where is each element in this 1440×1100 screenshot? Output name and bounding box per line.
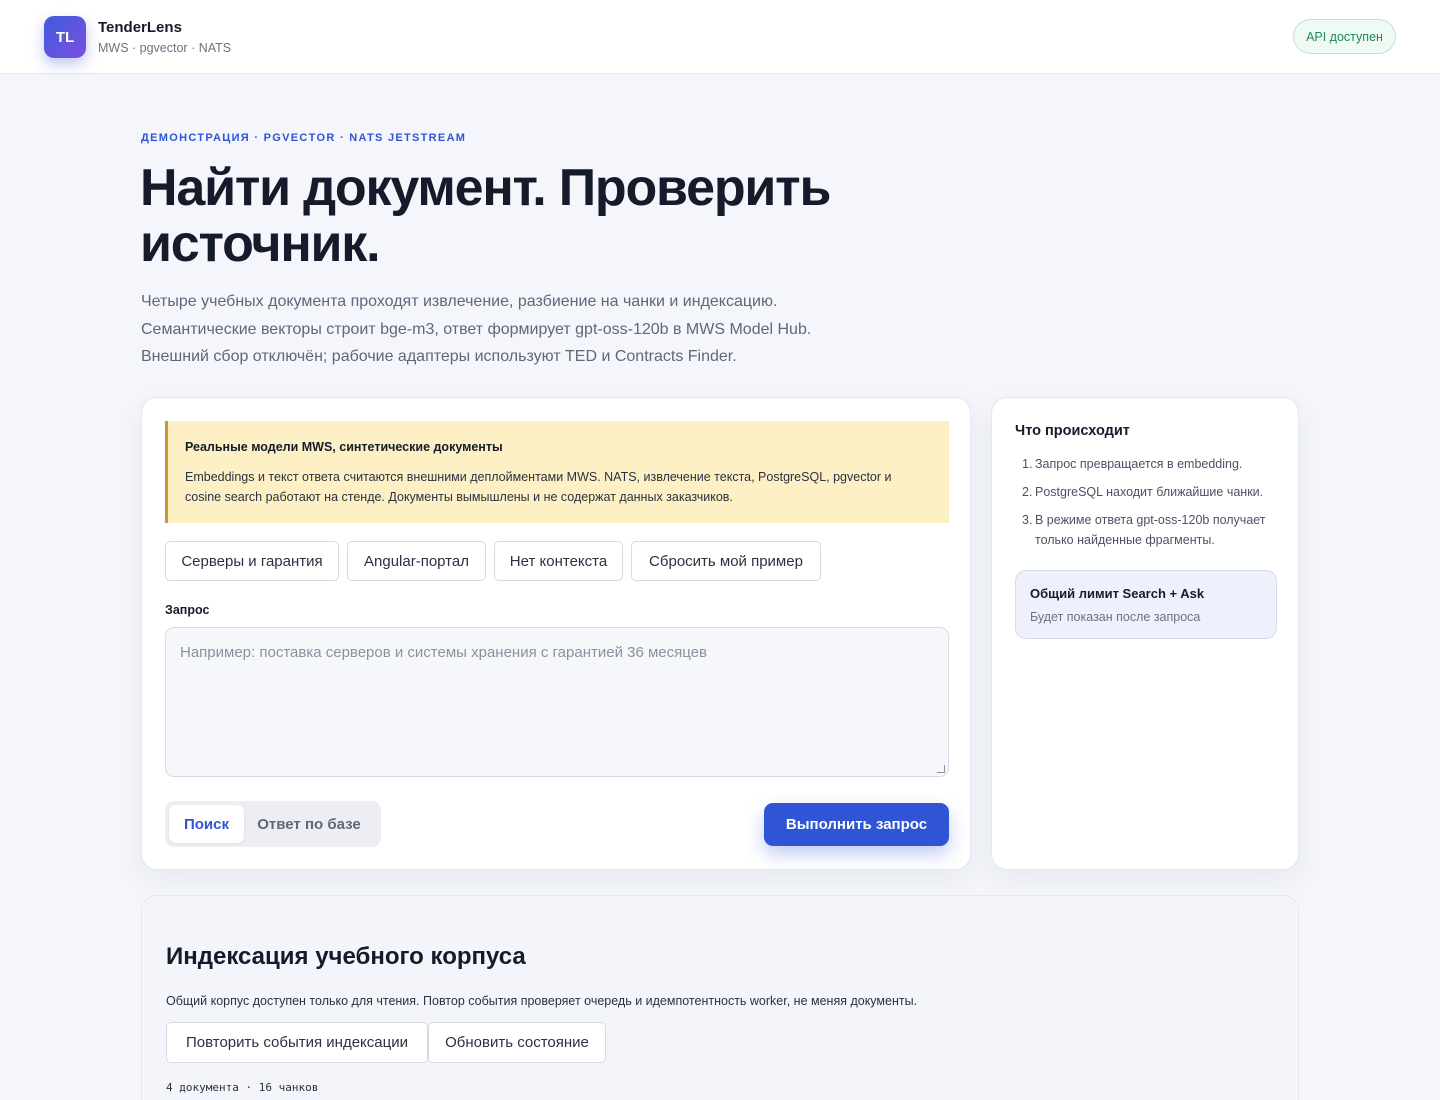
example-angular-button[interactable]: Angular-портал	[347, 541, 486, 581]
mode-toggle: Поиск Ответ по базе	[165, 801, 381, 847]
process-steps: 1. Запрос превращается в embedding. 2. Pos…	[1015, 454, 1281, 558]
app-logo: TL	[44, 16, 86, 58]
process-step: 3. В режиме ответа gpt-oss-120b получает …	[1022, 513, 1266, 547]
process-title: Что происходит	[1015, 423, 1130, 439]
example-servers-button[interactable]: Серверы и гарантия	[165, 541, 339, 581]
indexing-title: Индексация учебного корпуса	[166, 943, 526, 970]
refresh-state-button[interactable]: Обновить состояние	[428, 1022, 606, 1063]
process-panel: Что происходит 1. Запрос превращается в e…	[991, 397, 1299, 870]
process-step: 1. Запрос превращается в embedding.	[1022, 457, 1243, 471]
mode-answer-tab[interactable]: Ответ по базе	[249, 805, 369, 843]
query-panel: Реальные модели MWS, синтетические докум…	[141, 397, 971, 870]
run-query-button[interactable]: Выполнить запрос	[764, 803, 949, 846]
query-placeholder: Например: поставка серверов и системы хр…	[180, 644, 707, 661]
api-status-badge: API доступен	[1293, 19, 1396, 54]
reset-example-button[interactable]: Сбросить мой пример	[631, 541, 821, 581]
query-label: Запрос	[165, 603, 210, 617]
indexing-description: Общий корпус доступен только для чтения.…	[166, 994, 918, 1008]
notice-text: Embeddings и текст ответа считаются внеш…	[185, 470, 892, 504]
models-notice: Реальные модели MWS, синтетические докум…	[165, 421, 949, 523]
replay-events-button[interactable]: Повторить события индексации	[166, 1022, 428, 1063]
limit-subtitle: Будет показан после запроса	[1030, 610, 1201, 624]
hero-description-line: Внешний сбор отключён; рабочие адаптеры …	[141, 348, 737, 365]
brand-name: TenderLens	[98, 19, 182, 36]
hero-eyebrow: ДЕМОНСТРАЦИЯ · PGVECTOR · NATS JETSTREAM	[141, 132, 467, 144]
limit-info-box: Общий лимит Search + Ask Будет показан п…	[1015, 570, 1277, 639]
example-no-context-button[interactable]: Нет контекста	[494, 541, 623, 581]
indexing-section: Индексация учебного корпуса Общий корпус…	[141, 895, 1299, 1100]
brand-subtitle: MWS · pgvector · NATS	[98, 41, 232, 55]
hero-description: Четыре учебных документа проходят извлеч…	[141, 288, 901, 371]
hero-description-line: Четыре учебных документа проходят извлеч…	[141, 293, 778, 310]
top-bar: TL TenderLens MWS · pgvector · NATS API …	[0, 0, 1440, 74]
mode-search-tab[interactable]: Поиск	[169, 805, 244, 843]
corpus-stats: 4 документа · 16 чанков	[166, 1081, 319, 1094]
notice-title: Реальные модели MWS, синтетические докум…	[185, 440, 503, 454]
process-step: 2. PostgreSQL находит ближайшие чанки.	[1022, 485, 1264, 499]
resize-handle-icon[interactable]	[937, 765, 945, 773]
hero-description-line: Семантические векторы строит bge-m3, отв…	[141, 320, 812, 338]
limit-title: Общий лимит Search + Ask	[1030, 586, 1205, 601]
page-title: Найти документ. Проверить источник.	[140, 159, 831, 273]
query-input[interactable]: Например: поставка серверов и системы хр…	[165, 627, 949, 777]
